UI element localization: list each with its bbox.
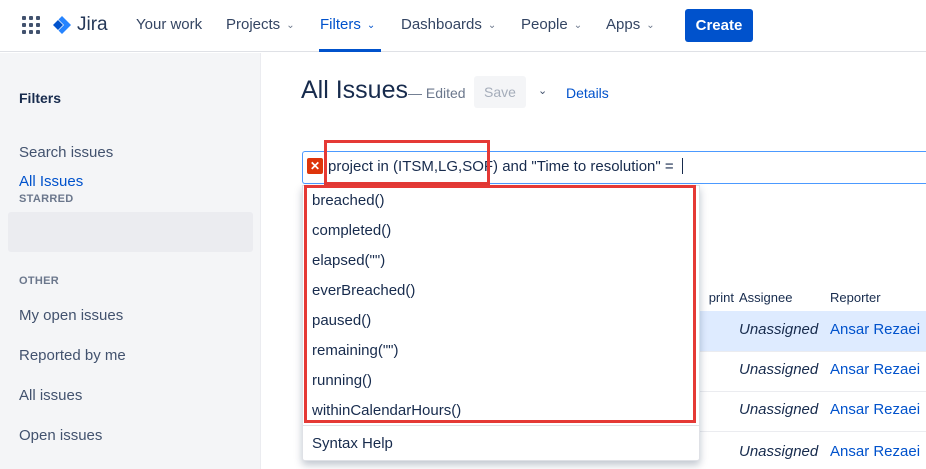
dropdown-divider xyxy=(303,425,699,426)
nav-label: Projects xyxy=(226,16,281,33)
annotation-highlight-suggestions xyxy=(304,185,696,423)
sidebar-item-open-issues[interactable]: Open issues xyxy=(19,427,102,444)
sidebar-item-my-open-issues[interactable]: My open issues xyxy=(19,307,123,324)
error-icon: ✕ xyxy=(307,158,323,174)
cell-reporter[interactable]: Ansar Rezaei xyxy=(830,401,920,418)
nav-label: Filters xyxy=(320,16,361,33)
chevron-down-icon: ⌄ xyxy=(487,20,497,31)
chevron-down-icon[interactable]: ⌄ xyxy=(538,84,547,97)
page-title: All Issues xyxy=(301,76,408,104)
top-navigation: Jira Your work Projects ⌄ Filters ⌄ Dashbo… xyxy=(0,0,926,52)
cell-assignee: Unassigned xyxy=(739,361,819,378)
chevron-down-icon: ⌄ xyxy=(646,20,655,31)
sidebar-item-all-issues-selected[interactable] xyxy=(8,212,253,252)
nav-apps[interactable]: Apps ⌄ xyxy=(606,16,655,33)
app-switcher-icon[interactable] xyxy=(22,16,40,34)
sidebar-heading-other: OTHER xyxy=(19,275,59,287)
row-divider xyxy=(700,391,926,392)
nav-label: Your work xyxy=(136,16,203,33)
details-link[interactable]: Details xyxy=(566,85,609,101)
nav-dashboards[interactable]: Dashboards ⌄ xyxy=(401,16,496,33)
cell-reporter[interactable]: Ansar Rezaei xyxy=(830,361,920,378)
syntax-help-link[interactable]: Syntax Help xyxy=(312,435,393,452)
nav-label: Dashboards xyxy=(401,16,482,33)
edited-label: — Edited xyxy=(408,85,466,101)
create-button[interactable]: Create xyxy=(685,9,753,42)
nav-your-work[interactable]: Your work xyxy=(136,16,202,33)
text-caret xyxy=(681,158,683,174)
sidebar-title: Filters xyxy=(19,90,62,106)
cell-assignee: Unassigned xyxy=(739,443,819,460)
nav-people[interactable]: People ⌄ xyxy=(521,16,582,33)
sidebar-item-all-issues[interactable]: All issues xyxy=(19,387,82,404)
column-header-assignee[interactable]: Assignee xyxy=(739,290,792,305)
nav-label: Apps xyxy=(606,16,641,33)
sidebar-item-reported-by-me[interactable]: Reported by me xyxy=(19,347,126,364)
sidebar-item-search-issues[interactable]: Search issues xyxy=(19,144,113,161)
cell-reporter[interactable]: Ansar Rezaei xyxy=(830,443,920,460)
cell-assignee: Unassigned xyxy=(739,321,819,338)
filters-sidebar: Filters Search issues STARRED OTHER My o… xyxy=(0,53,261,469)
row-divider xyxy=(700,351,926,352)
cell-assignee: Unassigned xyxy=(739,401,819,418)
active-tab-indicator xyxy=(319,49,381,52)
jira-logo[interactable]: Jira xyxy=(52,12,108,38)
nav-projects[interactable]: Projects ⌄ xyxy=(226,16,295,33)
jira-logo-text: Jira xyxy=(77,14,108,35)
column-header-reporter[interactable]: Reporter xyxy=(830,290,881,305)
jira-logo-icon xyxy=(53,16,71,34)
query-rest-clause: and "Time to resolution" = xyxy=(498,158,678,175)
chevron-down-icon: ⌄ xyxy=(286,20,295,31)
sidebar-item-label[interactable]: All Issues xyxy=(19,173,83,190)
row-divider xyxy=(700,431,926,432)
chevron-down-icon: ⌄ xyxy=(366,20,376,31)
nav-filters[interactable]: Filters ⌄ xyxy=(320,16,375,33)
chevron-down-icon: ⌄ xyxy=(573,20,583,31)
sidebar-heading-starred: STARRED xyxy=(19,193,74,205)
save-button[interactable]: Save xyxy=(474,76,526,108)
annotation-highlight-query xyxy=(324,140,490,185)
column-header-sprint[interactable]: print xyxy=(700,290,734,305)
nav-label: People xyxy=(521,16,568,33)
cell-reporter[interactable]: Ansar Rezaei xyxy=(830,321,920,338)
